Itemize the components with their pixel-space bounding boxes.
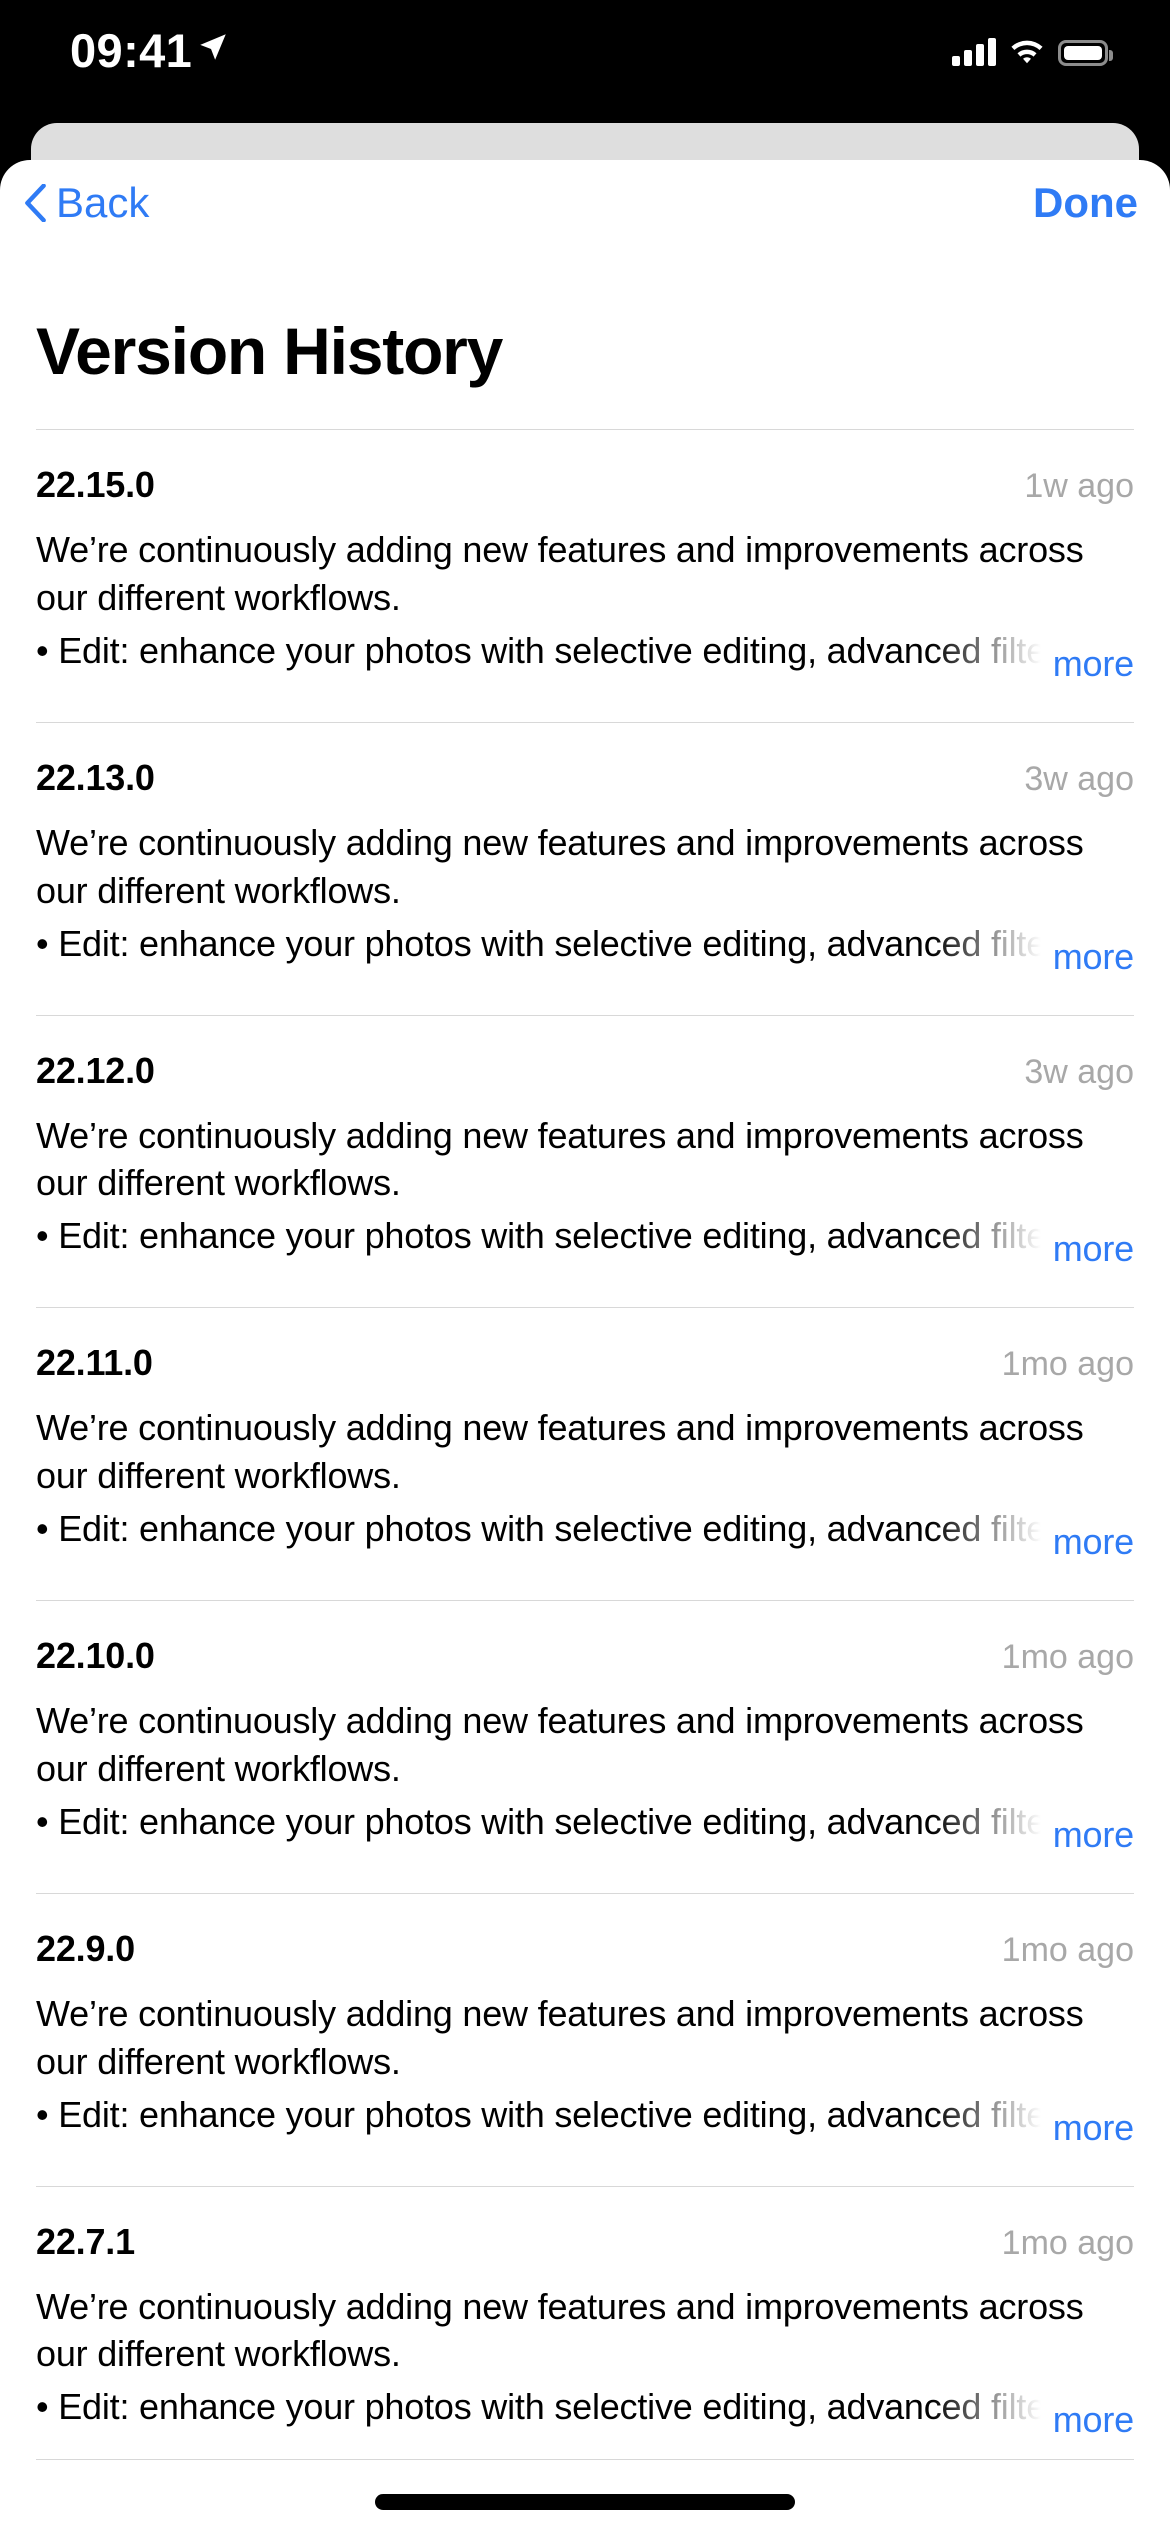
version-number: 22.12.0 bbox=[36, 1049, 155, 1091]
version-bullet-text: • Edit: enhance your photos with selecti… bbox=[36, 2093, 1041, 2135]
version-bullet-text: • Edit: enhance your photos with selecti… bbox=[36, 2386, 1041, 2428]
version-bullet-clip: • Edit: enhance your photos with selecti… bbox=[36, 626, 1041, 676]
list-item[interactable]: 22.15.0 1w ago We’re continuously adding… bbox=[0, 430, 1170, 722]
version-description: We’re continuously adding new features a… bbox=[36, 2285, 1084, 2375]
version-timestamp: 1mo ago bbox=[1001, 1638, 1134, 1676]
version-bullet-row: • Edit: enhance your photos with selecti… bbox=[36, 2090, 1134, 2148]
version-bullet-clip: • Edit: enhance your photos with selecti… bbox=[36, 1797, 1041, 1847]
version-header: 22.13.0 3w ago bbox=[36, 723, 1134, 799]
version-bullet-clip: • Edit: enhance your photos with selecti… bbox=[36, 1504, 1041, 1554]
version-bullet-row: • Edit: enhance your photos with selecti… bbox=[36, 1797, 1134, 1855]
cellular-bars-icon bbox=[952, 38, 996, 66]
version-bullet-row: • Edit: enhance your photos with selecti… bbox=[36, 1211, 1134, 1269]
entry-spacer bbox=[36, 2432, 1134, 2478]
list-item[interactable]: 22.7.1 1mo ago We’re continuously adding… bbox=[0, 2187, 1170, 2479]
version-header: 22.7.1 1mo ago bbox=[36, 2187, 1134, 2263]
version-number: 22.10.0 bbox=[36, 1635, 155, 1676]
more-link[interactable]: more bbox=[1053, 2395, 1134, 2445]
version-description: We’re continuously adding new features a… bbox=[36, 1700, 1084, 1789]
version-bullet-clip: • Edit: enhance your photos with selecti… bbox=[36, 1211, 1041, 1261]
battery-full-icon bbox=[1058, 40, 1113, 66]
entry-spacer bbox=[36, 676, 1134, 722]
version-description: We’re continuously adding new features a… bbox=[36, 1114, 1084, 1204]
more-link[interactable]: more bbox=[1053, 2103, 1134, 2153]
list-item[interactable]: 22.11.0 1mo ago We’re continuously addin… bbox=[0, 1308, 1170, 1600]
version-timestamp: 3w ago bbox=[1024, 1052, 1134, 1091]
page-title: Version History bbox=[36, 314, 503, 388]
version-description: We’re continuously adding new features a… bbox=[36, 529, 1084, 618]
location-arrow-icon bbox=[200, 34, 226, 60]
chevron-left-icon bbox=[25, 184, 46, 222]
version-bullet-text: • Edit: enhance your photos with selecti… bbox=[36, 1800, 1041, 1842]
navigation-bar: Back Done bbox=[0, 160, 1170, 260]
entry-spacer bbox=[36, 1554, 1134, 1600]
more-link[interactable]: more bbox=[1053, 932, 1134, 982]
entry-spacer bbox=[36, 2140, 1134, 2186]
version-history-sheet: Back Done Version History 22.15.0 1w ago… bbox=[0, 160, 1170, 2532]
more-link[interactable]: more bbox=[1053, 1517, 1134, 1567]
version-header: 22.12.0 3w ago bbox=[36, 1016, 1134, 1092]
version-timestamp: 3w ago bbox=[1024, 759, 1134, 798]
list-item[interactable]: 22.13.0 3w ago We’re continuously adding… bbox=[0, 723, 1170, 1015]
version-list: 22.15.0 1w ago We’re continuously adding… bbox=[0, 429, 1170, 2478]
version-bullet-text: • Edit: enhance your photos with selecti… bbox=[36, 1215, 1041, 1257]
version-description: We’re continuously adding new features a… bbox=[36, 1407, 1084, 1497]
version-description: We’re continuously adding new features a… bbox=[36, 1992, 1084, 2082]
more-link[interactable]: more bbox=[1053, 1224, 1134, 1274]
version-bullet-clip: • Edit: enhance your photos with selecti… bbox=[36, 2382, 1041, 2432]
version-bullet-clip: • Edit: enhance your photos with selecti… bbox=[36, 2090, 1041, 2140]
version-bullet-row: • Edit: enhance your photos with selecti… bbox=[36, 919, 1134, 977]
done-button[interactable]: Done bbox=[1033, 182, 1138, 224]
version-number: 22.11.0 bbox=[36, 1342, 153, 1384]
version-bullet-clip: • Edit: enhance your photos with selecti… bbox=[36, 919, 1041, 969]
version-bullet-text: • Edit: enhance your photos with selecti… bbox=[36, 1508, 1041, 1549]
version-timestamp: 1mo ago bbox=[1001, 2223, 1134, 2262]
version-timestamp: 1mo ago bbox=[1001, 1345, 1134, 1384]
version-number: 22.13.0 bbox=[36, 756, 155, 798]
home-indicator[interactable] bbox=[375, 2494, 795, 2510]
more-link[interactable]: more bbox=[1053, 639, 1134, 689]
version-timestamp: 1w ago bbox=[1024, 467, 1134, 505]
entry-spacer bbox=[36, 969, 1134, 1015]
status-bar-indicators bbox=[952, 32, 1113, 66]
version-header: 22.15.0 1w ago bbox=[36, 430, 1134, 506]
version-header: 22.9.0 1mo ago bbox=[36, 1894, 1134, 1970]
status-bar: 09:41 bbox=[0, 0, 1170, 123]
back-button[interactable]: Back bbox=[24, 182, 149, 224]
version-bullet-row: • Edit: enhance your photos with selecti… bbox=[36, 626, 1134, 684]
wifi-icon bbox=[1011, 40, 1043, 64]
phone-screen: 09:41 Back Done Version History 22.15.0 … bbox=[0, 0, 1170, 2532]
version-description: We’re continuously adding new features a… bbox=[36, 821, 1084, 911]
version-header: 22.11.0 1mo ago bbox=[36, 1308, 1134, 1384]
version-bullet-text: • Edit: enhance your photos with selecti… bbox=[36, 629, 1041, 671]
list-item[interactable]: 22.12.0 3w ago We’re continuously adding… bbox=[0, 1016, 1170, 1308]
version-number: 22.15.0 bbox=[36, 464, 155, 505]
bottom-separator bbox=[36, 2459, 1134, 2460]
version-timestamp: 1mo ago bbox=[1001, 1930, 1134, 1969]
version-bullet-row: • Edit: enhance your photos with selecti… bbox=[36, 2382, 1134, 2440]
status-bar-time: 09:41 bbox=[70, 24, 193, 77]
version-header: 22.10.0 1mo ago bbox=[36, 1601, 1134, 1677]
back-button-label: Back bbox=[56, 179, 150, 226]
list-item[interactable]: 22.9.0 1mo ago We’re continuously adding… bbox=[0, 1894, 1170, 2186]
list-item[interactable]: 22.10.0 1mo ago We’re continuously addin… bbox=[0, 1601, 1170, 1893]
version-bullet-row: • Edit: enhance your photos with selecti… bbox=[36, 1504, 1134, 1562]
entry-spacer bbox=[36, 1847, 1134, 1893]
version-number: 22.9.0 bbox=[36, 1927, 135, 1969]
version-number: 22.7.1 bbox=[36, 2220, 135, 2262]
more-link[interactable]: more bbox=[1053, 1810, 1134, 1860]
entry-spacer bbox=[36, 1261, 1134, 1307]
version-bullet-text: • Edit: enhance your photos with selecti… bbox=[36, 922, 1041, 964]
